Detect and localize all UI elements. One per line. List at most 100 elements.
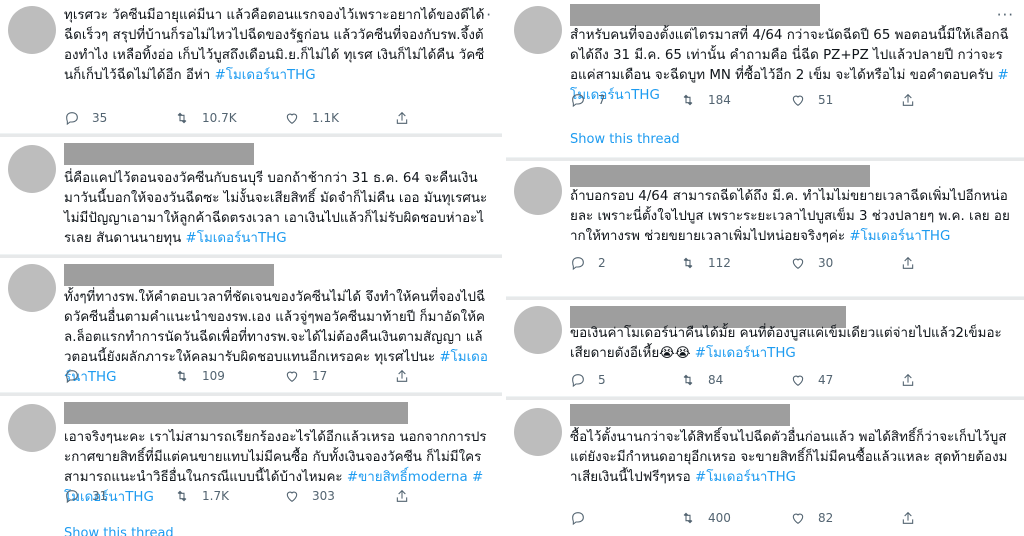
like-count: 303 xyxy=(312,489,335,503)
avatar[interactable] xyxy=(514,408,562,456)
hashtag-link[interactable]: #โมเดอร์นาTHG xyxy=(695,470,796,485)
retweet-button[interactable]: 10.7K xyxy=(174,110,284,126)
hashtag-link[interactable]: #โมเดอร์นาTHG xyxy=(215,68,316,83)
retweet-button[interactable]: 109 xyxy=(174,368,284,384)
avatar[interactable] xyxy=(8,145,56,193)
username-redacted xyxy=(570,404,790,426)
tweet-actions: 31 1.7K 303 xyxy=(64,488,410,504)
like-button[interactable]: 82 xyxy=(790,510,900,526)
tweet-card[interactable]: ··· ทุเรศวะ วัคซีนมีอายุแค่มีนา แล้วคือต… xyxy=(0,0,502,134)
retweet-count: 109 xyxy=(202,369,225,383)
heart-icon xyxy=(792,95,804,106)
retweet-count: 1.7K xyxy=(202,489,229,503)
tweet-actions: 7 184 51 xyxy=(570,92,916,108)
heart-icon xyxy=(286,491,298,502)
like-count: 51 xyxy=(818,93,834,107)
tweet-text: ซื้อไว้ตั้งนานกว่าจะได้สิทธิ์จนไปฉีดตัวอ… xyxy=(570,428,1010,488)
tweet-body: ทั้งๆที่ทางรพ.ให้คำตอบเวลาที่ชัดเจนของวั… xyxy=(64,290,486,365)
share-button[interactable] xyxy=(394,110,410,126)
avatar[interactable] xyxy=(514,6,562,54)
reply-button[interactable] xyxy=(570,510,680,526)
share-icon xyxy=(396,111,408,124)
reply-button[interactable]: 35 xyxy=(64,110,174,126)
retweet-icon xyxy=(177,370,187,382)
tweet-card[interactable]: ซื้อไว้ตั้งนานกว่าจะได้สิทธิ์จนไปฉีดตัวอ… xyxy=(506,400,1024,536)
share-button[interactable] xyxy=(900,510,916,526)
avatar[interactable] xyxy=(514,306,562,354)
reply-icon xyxy=(572,374,584,388)
show-thread-link[interactable]: Show this thread xyxy=(570,132,680,147)
reply-button[interactable]: 2 xyxy=(570,255,680,271)
reply-count: 35 xyxy=(92,111,108,125)
tweet-card[interactable]: ถ้าบอกรอบ 4/64 สามารถฉีดได้ถึง มี.ค. ทำไ… xyxy=(506,161,1024,297)
hashtag-link[interactable]: #ขายสิทธิ์moderna xyxy=(347,470,468,485)
heart-icon xyxy=(792,258,804,269)
share-button[interactable] xyxy=(394,368,410,384)
like-count: 82 xyxy=(818,511,834,525)
reply-button[interactable]: 5 xyxy=(570,372,680,388)
reply-icon xyxy=(66,112,78,126)
tweet-card[interactable]: นี่คือแคปไว้ตอนจองวัคซีนกับธนบุรี บอกถ้า… xyxy=(0,137,502,255)
share-icon xyxy=(902,93,914,106)
hashtag-link[interactable]: #โมเดอร์นาTHG xyxy=(849,229,950,244)
heart-icon xyxy=(792,513,804,524)
hashtag-link[interactable]: #โมเดอร์นาTHG xyxy=(695,346,796,361)
reply-count: 7 xyxy=(598,93,606,107)
tweet-text: ทุเรศวะ วัคซีนมีอายุแค่มีนา แล้วคือตอนแร… xyxy=(64,6,488,86)
tweet-actions: 400 82 xyxy=(570,510,916,526)
reply-icon xyxy=(572,257,584,271)
retweet-button[interactable]: 112 xyxy=(680,255,790,271)
reply-icon xyxy=(66,370,78,384)
heart-icon xyxy=(286,371,298,382)
heart-icon xyxy=(286,113,298,124)
tweet-body: สำหรับคนที่จองตั้งแต่ไตรมาสที่ 4/64 กว่า… xyxy=(570,28,1009,83)
share-button[interactable] xyxy=(394,488,410,504)
like-button[interactable]: 47 xyxy=(790,372,900,388)
tweet-actions: 2 112 30 xyxy=(570,255,916,271)
username-redacted xyxy=(570,4,820,26)
like-count: 30 xyxy=(818,256,834,270)
show-thread-link[interactable]: Show this thread xyxy=(64,526,174,536)
share-button[interactable] xyxy=(900,255,916,271)
reply-icon xyxy=(572,512,584,526)
share-button[interactable] xyxy=(900,92,916,108)
avatar[interactable] xyxy=(8,404,56,452)
like-button[interactable]: 17 xyxy=(284,368,394,384)
retweet-icon xyxy=(177,490,187,502)
reply-count: 2 xyxy=(598,256,606,270)
reply-icon xyxy=(66,490,78,504)
tweet-text: ขอเงินค่าโมเดอร์น่าคืนได้มั้ย คนที่ต้องบ… xyxy=(570,324,1010,364)
avatar[interactable] xyxy=(8,6,56,54)
reply-count: 31 xyxy=(92,489,108,503)
like-button[interactable]: 51 xyxy=(790,92,900,108)
like-button[interactable]: 1.1K xyxy=(284,110,394,126)
reply-button[interactable] xyxy=(64,368,174,384)
tweet-card[interactable]: ขอเงินค่าโมเดอร์น่าคืนได้มั้ย คนที่ต้องบ… xyxy=(506,300,1024,397)
tweet-card[interactable]: เอาจริงๆนะคะ เราไม่สามารถเรียกร้องอะไรได… xyxy=(0,396,502,536)
reply-icon xyxy=(572,94,584,108)
like-button[interactable]: 303 xyxy=(284,488,394,504)
retweet-count: 84 xyxy=(708,373,724,387)
reply-button[interactable]: 31 xyxy=(64,488,174,504)
username-redacted xyxy=(64,402,408,424)
share-icon xyxy=(902,373,914,386)
tweet-card[interactable]: ··· สำหรับคนที่จองตั้งแต่ไตรมาสที่ 4/64 … xyxy=(506,0,1024,158)
like-count: 47 xyxy=(818,373,834,387)
reply-button[interactable]: 7 xyxy=(570,92,680,108)
retweet-button[interactable]: 1.7K xyxy=(174,488,284,504)
more-options-icon[interactable]: ··· xyxy=(997,8,1014,23)
hashtag-link[interactable]: #โมเดอร์นาTHG xyxy=(186,231,287,246)
retweet-button[interactable]: 184 xyxy=(680,92,790,108)
avatar[interactable] xyxy=(514,167,562,215)
share-button[interactable] xyxy=(900,372,916,388)
share-icon xyxy=(396,369,408,382)
retweet-icon xyxy=(683,512,693,524)
reply-count: 5 xyxy=(598,373,606,387)
retweet-button[interactable]: 84 xyxy=(680,372,790,388)
retweet-count: 10.7K xyxy=(202,111,237,125)
retweet-button[interactable]: 400 xyxy=(680,510,790,526)
tweet-card[interactable]: ทั้งๆที่ทางรพ.ให้คำตอบเวลาที่ชัดเจนของวั… xyxy=(0,258,502,393)
retweet-icon xyxy=(683,257,693,269)
avatar[interactable] xyxy=(8,264,56,312)
like-button[interactable]: 30 xyxy=(790,255,900,271)
